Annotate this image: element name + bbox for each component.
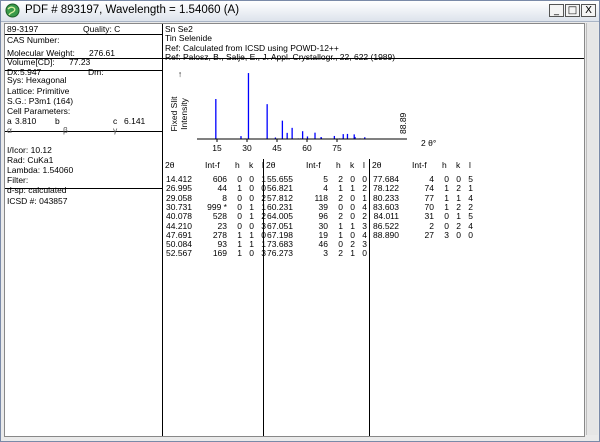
cell-l: 0 <box>468 229 473 240</box>
window-title: PDF # 893197, Wavelength = 1.54060 (A) <box>25 4 240 16</box>
cell-c-value: 6.141 <box>124 116 146 126</box>
lambda: Lambda: 1.54060 <box>7 165 74 175</box>
header-h: h <box>442 160 447 170</box>
x-tick-label: 30 <box>242 143 252 153</box>
cas-number-label: CAS Number: <box>7 35 60 45</box>
header-two-theta: 2θ <box>266 160 276 170</box>
cell-gamma-label: γ <box>113 125 118 135</box>
header-k: k <box>249 160 254 170</box>
filter: Filter: <box>7 175 29 185</box>
x-tick-label: 15 <box>212 143 222 153</box>
header-two-theta: 2θ <box>165 160 175 170</box>
cell-parameters-label: Cell Parameters: <box>7 106 71 116</box>
header-k: k <box>350 160 355 170</box>
header-l: l <box>262 160 264 170</box>
header-two-theta: 2θ <box>372 160 382 170</box>
pdf-number: 89-3197 <box>7 24 39 34</box>
dm-label: Dm: <box>88 67 104 77</box>
crystal-system: Sys: Hexagonal <box>7 75 67 85</box>
left-divider <box>5 131 162 132</box>
cell-l: 0 <box>362 248 367 259</box>
x-ticks-group: 15 30 45 60 75 <box>212 139 342 153</box>
cell-alpha-label: α <box>7 125 12 135</box>
d-spacing: d-sp: calculated <box>7 185 67 195</box>
cell-a-value: 3.810 <box>15 116 37 126</box>
y-axis-label-line1: Fixed Slit <box>169 96 179 132</box>
header-h: h <box>336 160 341 170</box>
x-tick-label: 75 <box>332 143 342 153</box>
maximize-button[interactable]: □ <box>565 4 580 17</box>
header-h: h <box>235 160 240 170</box>
lattice-type: Lattice: Primitive <box>7 86 70 96</box>
header-intensity: Int-f <box>205 160 220 170</box>
x-tick-label: 60 <box>302 143 312 153</box>
vertical-scrollbar[interactable] <box>586 23 598 435</box>
title-bar[interactable]: PDF # 893197, Wavelength = 1.54060 (A) _… <box>1 1 599 22</box>
close-button[interactable]: X <box>581 4 596 17</box>
header-k: k <box>456 160 461 170</box>
volume-value: 77.23 <box>69 57 91 67</box>
header-intensity: Int-f <box>306 160 321 170</box>
y-axis-label-line2: Intensity <box>179 97 189 129</box>
cell-two-theta: 88.890 <box>373 229 399 240</box>
peak-label: 88.89 <box>398 112 408 134</box>
header-intensity: Int-f <box>412 160 427 170</box>
cell-two-theta: 52.567 <box>166 248 192 259</box>
icsd-number: ICSD #: 043857 <box>7 196 68 206</box>
i-icor: I/Icor: 10.12 <box>7 145 52 155</box>
app-globe-icon <box>5 3 20 18</box>
header-l: l <box>469 160 471 170</box>
y-axis-arrow-icon: ↑ <box>178 69 182 79</box>
peaks-group <box>215 73 366 139</box>
x-tick-label: 45 <box>272 143 282 153</box>
cell-beta-label: β <box>63 125 68 135</box>
molecular-weight-value: 276.61 <box>89 48 115 58</box>
space-group: S.G.: P3m1 (164) <box>7 96 74 106</box>
radiation: Rad: CuKa1 <box>7 155 54 165</box>
pdf-card-content: 89-3197 Quality: C CAS Number: Molecular… <box>4 23 585 437</box>
cell-b-label: b <box>55 116 60 126</box>
diffraction-pattern-chart: Fixed Slit Intensity ↑ 15 30 45 60 75 2 θ° 8… <box>169 69 436 153</box>
pdf-card-window: PDF # 893197, Wavelength = 1.54060 (A) _… <box>0 0 600 442</box>
cell-two-theta: 76.273 <box>267 248 293 259</box>
compound-name: Tin Selenide <box>165 33 212 43</box>
x-axis-label: 2 θ° <box>421 138 436 148</box>
volume-label: Volume[CD]: <box>7 57 55 67</box>
header-l: l <box>363 160 365 170</box>
minimize-button[interactable]: _ <box>549 4 564 17</box>
quality-label: Quality: C <box>83 24 121 34</box>
